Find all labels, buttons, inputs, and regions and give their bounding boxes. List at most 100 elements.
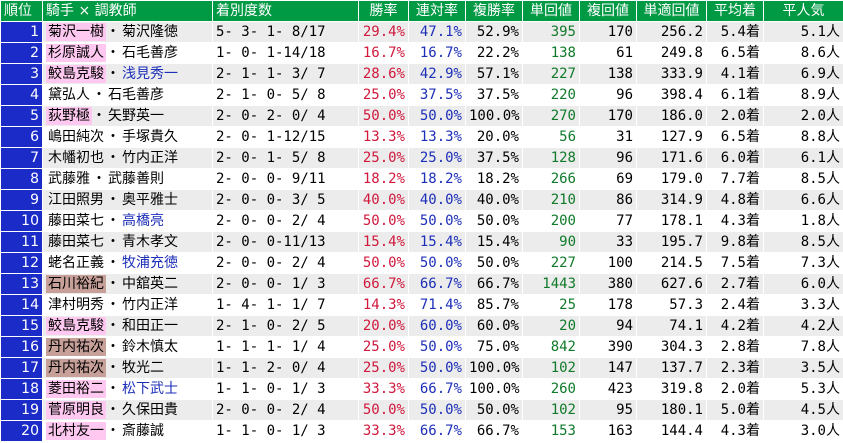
trainer-name-link[interactable]: 松下武士 — [120, 380, 180, 399]
show-return-cell: 77 — [579, 210, 637, 232]
table-row[interactable]: 19 菅原明良・久保田貴 2- 0- 0- 2/ 4 50.0% 50.0% 50.0% 1… — [0, 399, 843, 421]
jockey-name-link[interactable]: 杉原誠人 — [46, 44, 106, 62]
table-row[interactable]: 6 嶋田純次・手塚貴久 2- 0- 1-12/15 13.3% 13.3% 20.0% 56… — [0, 126, 843, 148]
win-rate-cell: 28.6% — [358, 63, 409, 85]
table-row[interactable]: 16 丹内祐次・鈴木慎太 1- 1- 1- 1/ 4 25.0% 50.0% 75.0% 8… — [0, 336, 843, 358]
jockey-trainer-cell: 菅原明良・久保田貴 — [42, 399, 213, 421]
table-row[interactable]: 2 杉原誠人・石毛善彦 1- 0- 1-14/18 16.7% 16.7% 22.2% 13… — [0, 42, 843, 64]
header-place-rate[interactable]: 連対率 — [408, 0, 466, 22]
table-body: 1 菊沢一樹・菊沢隆徳 5- 3- 1- 8/17 29.4% 47.1% 52.9% 39… — [0, 21, 843, 442]
jockey-name-link[interactable]: 藤田菜七 — [46, 212, 106, 230]
jockey-name-link[interactable]: 丹内祐次 — [46, 338, 106, 356]
pair-separator: ・ — [106, 318, 120, 334]
trainer-name-link[interactable]: 浅見秀一 — [120, 65, 180, 84]
table-row[interactable]: 5 荻野極・矢野英一 2- 0- 2- 0/ 4 50.0% 50.0% 100.0% 27… — [0, 105, 843, 127]
trainer-name-link[interactable]: 矢野英一 — [106, 107, 166, 126]
table-row[interactable]: 8 武藤雅・武藤善則 2- 0- 0- 9/11 18.2% 18.2% 18.2% 266… — [0, 168, 843, 190]
jockey-name-link[interactable]: 石川裕紀 — [46, 275, 106, 293]
trainer-name-link[interactable]: 斎藤誠 — [120, 422, 166, 441]
table-row[interactable]: 20 北村友一・斎藤誠 1- 1- 0- 1/ 3 33.3% 66.7% 66.7% 15… — [0, 420, 843, 442]
table-row[interactable]: 12 蛯名正義・牧浦充徳 2- 0- 0- 2/ 4 50.0% 50.0% 50.0% 2… — [0, 252, 843, 274]
trainer-name-link[interactable]: 牧光二 — [120, 359, 166, 378]
rank-cell: 19 — [0, 399, 43, 421]
adjusted-return-cell: 178.1 — [636, 210, 707, 232]
table-row[interactable]: 15 鮫島克駿・和田正一 2- 1- 0- 2/ 5 20.0% 60.0% 60.0% 2… — [0, 315, 843, 337]
pair-separator: ・ — [106, 192, 120, 208]
jockey-name-link[interactable]: 菅原明良 — [46, 401, 106, 419]
trainer-name-link[interactable]: 菊沢隆徳 — [120, 23, 180, 42]
trainer-name-link[interactable]: 奥平雅士 — [120, 191, 180, 210]
header-rank[interactable]: 順位 — [0, 0, 43, 22]
trainer-name-link[interactable]: 青木孝文 — [120, 233, 180, 252]
pair-separator: ・ — [106, 297, 120, 313]
jockey-name-link[interactable]: 藤田菜七 — [46, 233, 106, 251]
jockey-name-link[interactable]: 武藤雅 — [46, 170, 92, 188]
table-row[interactable]: 17 丹内祐次・牧光二 1- 1- 2- 0/ 4 25.0% 50.0% 100.0% 1… — [0, 357, 843, 379]
adjusted-return-cell: 627.6 — [636, 273, 707, 295]
win-return-cell: 270 — [522, 105, 580, 127]
jockey-name-link[interactable]: 蛯名正義 — [46, 254, 106, 272]
jockey-name-link[interactable]: 鮫島克駿 — [46, 317, 106, 335]
finish-distribution-cell: 1- 1- 2- 0/ 4 — [212, 357, 359, 379]
jockey-name-link[interactable]: 北村友一 — [46, 422, 106, 440]
finish-distribution-cell: 2- 0- 0- 2/ 4 — [212, 252, 359, 274]
jockey-name-link[interactable]: 江田照男 — [46, 191, 106, 209]
trainer-name-link[interactable]: 石毛善彦 — [120, 44, 180, 63]
win-return-cell: 200 — [522, 210, 580, 232]
jockey-name-link[interactable]: 津村明秀 — [46, 296, 106, 314]
show-rate-cell: 15.4% — [465, 231, 523, 253]
show-rate-cell: 50.0% — [465, 252, 523, 274]
header-show-return[interactable]: 複回値 — [579, 0, 637, 22]
header-jockey-trainer[interactable]: 騎手 × 調教師 — [42, 0, 213, 22]
trainer-name-link[interactable]: 竹内正洋 — [120, 149, 180, 168]
table-row[interactable]: 4 黛弘人・石毛善彦 2- 1- 0- 5/ 8 25.0% 37.5% 37.5% 220… — [0, 84, 843, 106]
table-row[interactable]: 11 藤田菜七・青木孝文 2- 0- 0-11/13 15.4% 15.4% 15.4% 9… — [0, 231, 843, 253]
trainer-name-link[interactable]: 高橋亮 — [120, 212, 166, 231]
jockey-name-link[interactable]: 菊沢一樹 — [46, 23, 106, 41]
trainer-name-link[interactable]: 竹内正洋 — [120, 296, 180, 315]
pair-separator: ・ — [106, 213, 120, 229]
rank-cell: 8 — [0, 168, 43, 190]
table-row[interactable]: 18 菱田裕二・松下武士 1- 1- 0- 1/ 3 33.3% 66.7% 100.0%… — [0, 378, 843, 400]
header-average-finish[interactable]: 平均着 — [706, 0, 764, 22]
win-return-cell: 1443 — [522, 273, 580, 295]
trainer-name-link[interactable]: 和田正一 — [120, 317, 180, 336]
jockey-trainer-cell: 丹内祐次・鈴木慎太 — [42, 336, 213, 358]
table-row[interactable]: 3 鮫島克駿・浅見秀一 2- 1- 1- 3/ 7 28.6% 42.9% 57.1% 22… — [0, 63, 843, 85]
show-rate-cell: 37.5% — [465, 84, 523, 106]
jockey-name-link[interactable]: 黛弘人 — [46, 86, 92, 104]
jockey-name-link[interactable]: 木幡初也 — [46, 149, 106, 167]
header-finish-distribution[interactable]: 着別度数 — [212, 0, 359, 22]
jockey-name-link[interactable]: 鮫島克駿 — [46, 65, 106, 83]
trainer-name-link[interactable]: 鈴木慎太 — [120, 338, 180, 357]
header-win-return[interactable]: 単回値 — [522, 0, 580, 22]
jockey-trainer-cell: 津村明秀・竹内正洋 — [42, 294, 213, 316]
adjusted-return-cell: 137.7 — [636, 357, 707, 379]
table-row[interactable]: 13 石川裕紀・中舘英二 2- 0- 0- 1/ 3 66.7% 66.7% 66.7% 1… — [0, 273, 843, 295]
trainer-name-link[interactable]: 中舘英二 — [120, 275, 180, 294]
trainer-name-link[interactable]: 石毛善彦 — [106, 86, 166, 105]
header-show-rate[interactable]: 複勝率 — [465, 0, 523, 22]
win-rate-cell: 15.4% — [358, 231, 409, 253]
trainer-name-link[interactable]: 久保田貴 — [120, 401, 180, 420]
table-row[interactable]: 10 藤田菜七・高橋亮 2- 0- 0- 2/ 4 50.0% 50.0% 50.0% 20… — [0, 210, 843, 232]
trainer-name-link[interactable]: 武藤善則 — [106, 170, 166, 189]
header-win-rate[interactable]: 勝率 — [358, 0, 409, 22]
table-row[interactable]: 1 菊沢一樹・菊沢隆徳 5- 3- 1- 8/17 29.4% 47.1% 52.9% 39… — [0, 21, 843, 43]
win-rate-cell: 33.3% — [358, 420, 409, 442]
table-row[interactable]: 9 江田照男・奥平雅士 2- 0- 0- 3/ 5 40.0% 40.0% 40.0% 21… — [0, 189, 843, 211]
header-average-popularity[interactable]: 平人気 — [763, 0, 843, 22]
trainer-name-link[interactable]: 牧浦充徳 — [120, 254, 180, 273]
table-row[interactable]: 14 津村明秀・竹内正洋 1- 4- 1- 1/ 7 14.3% 71.4% 85.7% 2… — [0, 294, 843, 316]
table-row[interactable]: 7 木幡初也・竹内正洋 2- 0- 1- 5/ 8 25.0% 25.0% 37.5% 12… — [0, 147, 843, 169]
place-rate-cell: 50.0% — [408, 252, 466, 274]
jockey-name-link[interactable]: 荻野極 — [46, 107, 92, 125]
finish-distribution-cell: 2- 0- 0- 3/ 5 — [212, 189, 359, 211]
jockey-name-link[interactable]: 嶋田純次 — [46, 128, 106, 146]
jockey-name-link[interactable]: 丹内祐次 — [46, 359, 106, 377]
trainer-name-link[interactable]: 手塚貴久 — [120, 128, 180, 147]
adjusted-return-cell: 171.6 — [636, 147, 707, 169]
header-adjusted-return[interactable]: 単適回値 — [636, 0, 707, 22]
jockey-name-link[interactable]: 菱田裕二 — [46, 380, 106, 398]
finish-distribution-cell: 2- 0- 0- 2/ 4 — [212, 210, 359, 232]
